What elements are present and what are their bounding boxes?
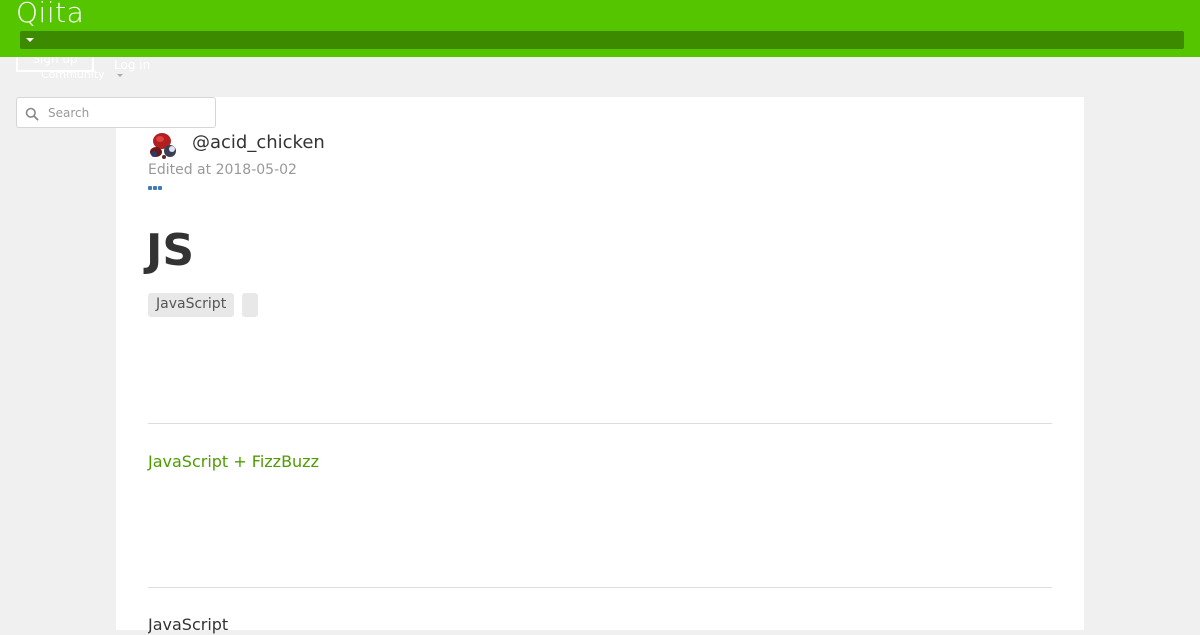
search-box[interactable] <box>16 97 216 128</box>
header-dropdown-bar[interactable] <box>20 31 1184 49</box>
site-header: Qiita <box>0 0 1200 57</box>
author-username[interactable]: @acid_chicken <box>192 132 325 154</box>
community-menu[interactable]: Community <box>41 69 105 80</box>
author-avatar[interactable] <box>148 130 180 162</box>
signup-button-label: Sign up <box>32 57 78 66</box>
article-title: JS <box>146 225 195 276</box>
qiita-logo[interactable]: Qiita <box>16 0 84 30</box>
edited-date: Edited at 2018-05-02 <box>148 162 297 178</box>
toc-link[interactable]: JavaScript + FizzBuzz <box>148 452 319 472</box>
more-dots-icon[interactable] <box>148 186 164 191</box>
search-input[interactable] <box>48 103 208 123</box>
tag-empty[interactable] <box>242 293 258 317</box>
divider <box>148 587 1052 588</box>
login-link[interactable]: Log in <box>114 59 150 71</box>
community-caret-icon <box>117 74 123 77</box>
search-icon <box>25 107 39 121</box>
caret-down-icon <box>26 38 34 42</box>
section-heading: JavaScript <box>148 615 229 634</box>
divider <box>148 423 1052 424</box>
tag-javascript[interactable]: JavaScript <box>148 293 234 317</box>
